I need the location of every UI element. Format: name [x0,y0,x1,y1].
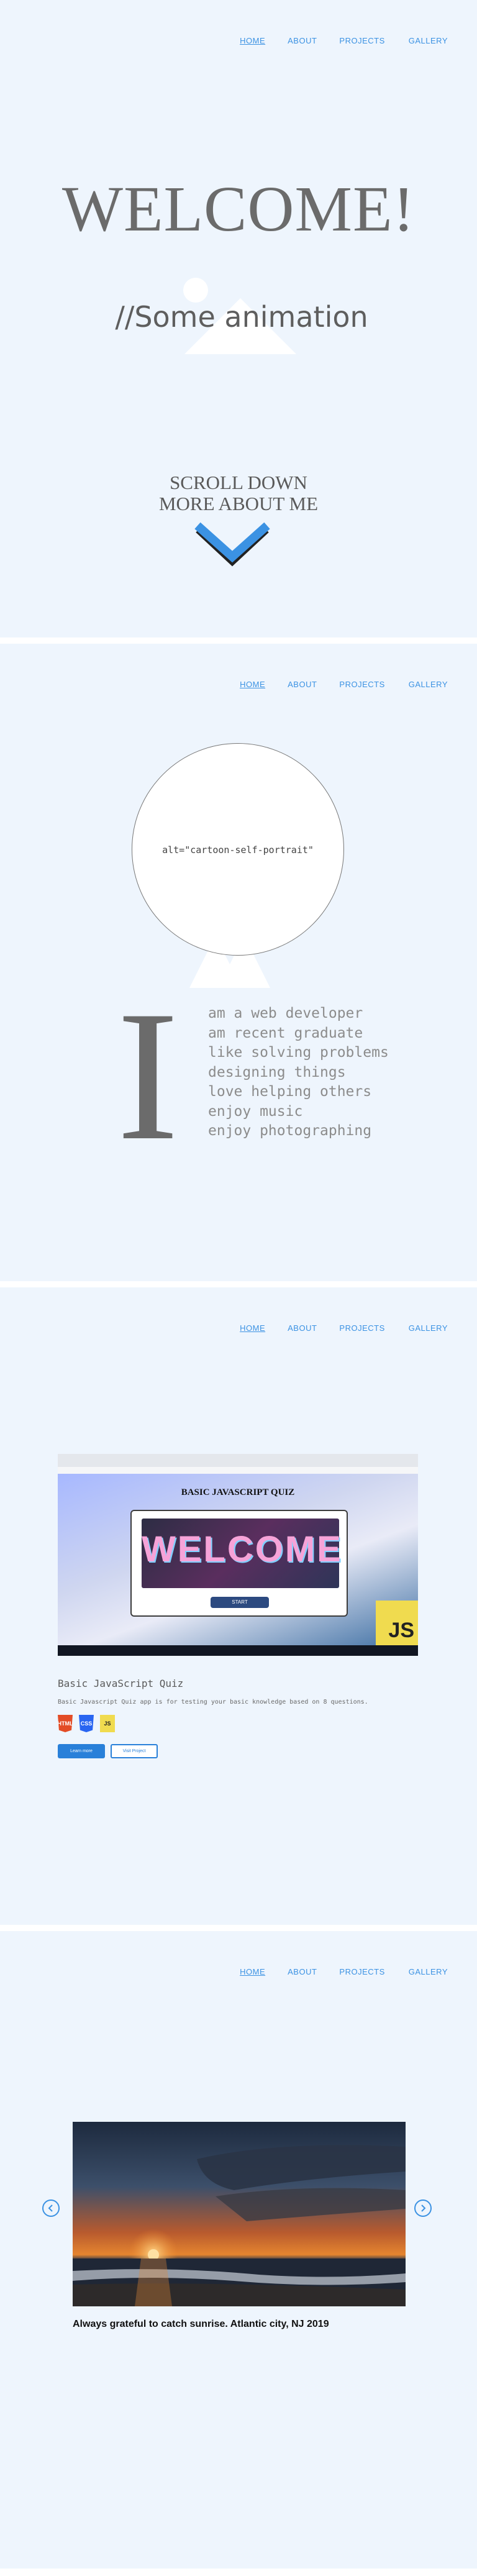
nav-gallery[interactable]: GALLERY [409,680,448,689]
taskbar [58,1645,418,1656]
browser-url-bar [58,1467,418,1474]
about-line: like solving problems [208,1044,389,1061]
nav-projects[interactable]: PROJECTS [339,1967,384,1976]
hero-section: HOME ABOUT PROJECTS GALLERY WELCOME! //S… [0,0,477,637]
nav-home[interactable]: HOME [240,1323,265,1333]
project-description: Basic Javascript Quiz app is for testing… [58,1699,368,1706]
gallery-caption: Always grateful to catch sunrise. Atlant… [73,2319,329,2329]
animation-subtitle: //Some animation [115,300,368,334]
browser-tab-bar [58,1454,418,1467]
chevron-left-icon [48,2204,53,2212]
nav-about[interactable]: ABOUT [288,1967,317,1976]
scroll-hint: SCROLL DOWN MORE ABOUT ME [0,472,477,514]
welcome-banner: WELCOME [142,1519,343,1588]
visit-project-button[interactable]: Visit Project [111,1744,158,1758]
sunrise-photo [73,2122,406,2306]
js-logo-text: JS [388,1619,414,1642]
about-line: enjoy photographing [208,1123,372,1139]
html5-icon: HTML [58,1715,73,1732]
nav-gallery[interactable]: GALLERY [409,1323,448,1333]
gallery-prev-button[interactable] [42,2199,60,2217]
top-nav: HOME ABOUT PROJECTS GALLERY [240,1967,448,1976]
about-line: designing things [208,1064,346,1080]
quiz-card: WELCOME START [130,1510,348,1617]
gallery-next-button[interactable] [414,2199,432,2217]
about-line: am a web developer [208,1005,363,1021]
scroll-hint-line2: MORE ABOUT ME [158,493,319,514]
top-nav: HOME ABOUT PROJECTS GALLERY [240,680,448,689]
welcome-banner-text: WELCOME [142,1529,343,1569]
nav-home[interactable]: HOME [240,1967,265,1976]
about-list: am a web developer am recent graduate li… [208,1004,389,1141]
nav-about[interactable]: ABOUT [288,680,317,689]
learn-more-button[interactable]: Learn more [58,1744,105,1758]
nav-gallery[interactable]: GALLERY [409,1967,448,1976]
nav-home[interactable]: HOME [240,36,265,45]
gallery-section: HOME ABOUT PROJECTS GALLERY Always grate… [0,1931,477,2569]
nav-projects[interactable]: PROJECTS [339,36,384,45]
scroll-hint-line1: SCROLL DOWN [170,472,307,493]
nav-gallery[interactable]: GALLERY [409,36,448,45]
about-line: am recent graduate [208,1025,363,1041]
about-line: love helping others [208,1084,372,1100]
projects-section: HOME ABOUT PROJECTS GALLERY BASIC JAVASC… [0,1287,477,1925]
quiz-title: BASIC JAVASCRIPT QUIZ [181,1487,295,1497]
nav-projects[interactable]: PROJECTS [339,680,384,689]
about-section: HOME ABOUT PROJECTS GALLERY alt="cartoon… [0,644,477,1281]
js-logo: JS [376,1601,418,1645]
portrait-image: alt="cartoon-self-portrait" [132,743,344,956]
nav-home[interactable]: HOME [240,680,265,689]
top-nav: HOME ABOUT PROJECTS GALLERY [240,36,448,45]
about-line: enjoy music [208,1103,303,1120]
project-buttons: Learn more Visit Project [58,1744,158,1758]
quiz-page: BASIC JAVASCRIPT QUIZ WELCOME START [58,1474,418,1645]
welcome-title: WELCOME! [61,173,416,245]
project-screenshot[interactable]: BASIC JAVASCRIPT QUIZ WELCOME START JS [58,1454,418,1656]
project-title: Basic JavaScript Quiz [58,1678,184,1689]
javascript-icon: JS [100,1715,115,1732]
nav-about[interactable]: ABOUT [288,36,317,45]
gallery-photo [73,2122,406,2306]
portrait-alt-text: alt="cartoon-self-portrait" [162,844,314,856]
tech-badges: HTML CSS JS [58,1715,115,1732]
quiz-start-button: START [211,1597,269,1608]
chevron-down-icon[interactable] [193,521,272,577]
css3-icon: CSS [79,1715,94,1732]
nav-projects[interactable]: PROJECTS [339,1323,384,1333]
nav-about[interactable]: ABOUT [288,1323,317,1333]
about-big-letter: I [117,972,179,1179]
chevron-right-icon [421,2204,426,2212]
top-nav: HOME ABOUT PROJECTS GALLERY [240,1323,448,1333]
